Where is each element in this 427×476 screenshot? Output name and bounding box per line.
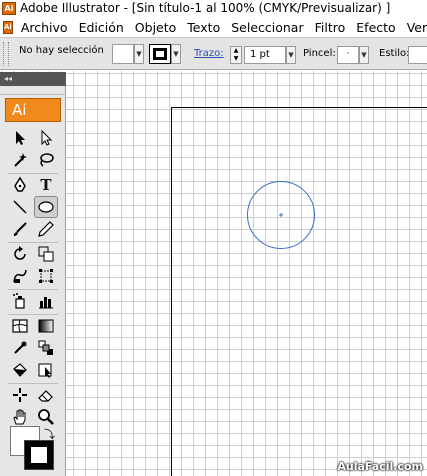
selection-status: No hay selección bbox=[19, 45, 104, 56]
stroke-label-link[interactable]: Trazo: bbox=[194, 48, 224, 59]
brush-label: Pincel: bbox=[303, 48, 336, 59]
stroke-weight-value: 1 pt bbox=[250, 49, 270, 60]
mesh-tool-icon[interactable] bbox=[8, 315, 32, 337]
title-bar: Ai Adobe Illustrator - [Sin título-1 al … bbox=[0, 0, 427, 16]
eraser-tool-icon[interactable] bbox=[34, 384, 58, 406]
direct-selection-tool-icon[interactable] bbox=[34, 127, 58, 149]
artboard-boundary bbox=[171, 107, 427, 476]
stroke-color-box[interactable] bbox=[24, 440, 54, 470]
menu-filtro[interactable]: Filtro bbox=[310, 20, 352, 35]
live-paint-selection-tool-icon[interactable] bbox=[34, 359, 58, 381]
warp-tool-icon[interactable] bbox=[8, 265, 32, 287]
gradient-tool-icon[interactable] bbox=[34, 315, 58, 337]
menu-ver[interactable]: Ver bbox=[402, 20, 427, 35]
window-title: Adobe Illustrator - [Sin título-1 al 100… bbox=[20, 1, 391, 15]
control-bar: No hay selección ▼ ▼ Trazo: ▲ ▼ 1 pt ▼ Pi… bbox=[0, 37, 427, 70]
illustrator-logo: Ai bbox=[5, 98, 61, 122]
circle-shape[interactable] bbox=[246, 181, 318, 253]
brush-dropdown-icon[interactable]: ▼ bbox=[359, 46, 369, 64]
tools-panel-header[interactable]: ◂◂ bbox=[0, 72, 66, 86]
stroke-dropdown-arrow-icon[interactable]: ▼ bbox=[171, 44, 181, 64]
stroke-weight-dropdown-icon[interactable]: ▼ bbox=[286, 46, 296, 64]
rotate-tool-icon[interactable] bbox=[8, 243, 32, 265]
swap-fill-stroke-icon[interactable]: ⤵ bbox=[44, 426, 55, 442]
tools-panel: ◂◂ Ai T ⤵ bbox=[0, 72, 66, 476]
type-tool-icon[interactable]: T bbox=[34, 174, 58, 196]
pencil-tool-icon[interactable] bbox=[34, 218, 58, 240]
magic-wand-tool-icon[interactable] bbox=[8, 149, 32, 171]
ellipse-tool-icon[interactable] bbox=[34, 196, 58, 218]
style-selector[interactable] bbox=[408, 46, 427, 64]
tools-panel-grip[interactable] bbox=[0, 87, 66, 95]
app-logo-icon: Ai bbox=[2, 1, 16, 15]
fill-dropdown-arrow-icon[interactable]: ▼ bbox=[134, 44, 144, 64]
live-paint-bucket-tool-icon[interactable] bbox=[8, 359, 32, 381]
lasso-tool-icon[interactable] bbox=[34, 149, 58, 171]
stroke-weight-field[interactable]: 1 pt bbox=[244, 46, 286, 64]
scale-tool-icon[interactable] bbox=[34, 243, 58, 265]
control-bar-grip[interactable] bbox=[3, 42, 9, 66]
menu-bar: Ai Archivo Edición Objeto Texto Seleccio… bbox=[0, 18, 427, 37]
stroke-color-swatch[interactable] bbox=[149, 44, 171, 64]
brush-selector[interactable]: · bbox=[337, 46, 359, 64]
style-label: Estilo: bbox=[379, 48, 410, 59]
column-graph-tool-icon[interactable] bbox=[34, 290, 58, 312]
menu-archivo[interactable]: Archivo bbox=[16, 20, 74, 35]
zoom-tool-icon[interactable] bbox=[34, 406, 58, 428]
pen-tool-icon[interactable] bbox=[8, 174, 32, 196]
document-menu-icon[interactable]: Ai bbox=[3, 21, 13, 34]
menu-seleccionar[interactable]: Seleccionar bbox=[226, 20, 309, 35]
fill-color-swatch[interactable] bbox=[112, 44, 134, 64]
stroke-weight-stepper-icon[interactable]: ▲ ▼ bbox=[230, 46, 242, 64]
free-transform-tool-icon[interactable] bbox=[34, 265, 58, 287]
collapse-panel-icon[interactable]: ◂◂ bbox=[4, 74, 12, 83]
selection-tool-icon[interactable] bbox=[8, 127, 32, 149]
menu-objeto[interactable]: Objeto bbox=[130, 20, 183, 35]
eyedropper-tool-icon[interactable] bbox=[8, 337, 32, 359]
blend-tool-icon[interactable] bbox=[34, 337, 58, 359]
menu-texto[interactable]: Texto bbox=[182, 20, 226, 35]
menu-edicion[interactable]: Edición bbox=[74, 20, 130, 35]
symbol-sprayer-tool-icon[interactable] bbox=[8, 290, 32, 312]
menu-efecto[interactable]: Efecto bbox=[351, 20, 401, 35]
watermark: AulaFacil.com bbox=[337, 460, 423, 473]
hand-tool-icon[interactable] bbox=[8, 406, 32, 428]
paintbrush-tool-icon[interactable] bbox=[8, 218, 32, 240]
crop-area-tool-icon[interactable] bbox=[8, 384, 32, 406]
line-segment-tool-icon[interactable] bbox=[8, 196, 32, 218]
